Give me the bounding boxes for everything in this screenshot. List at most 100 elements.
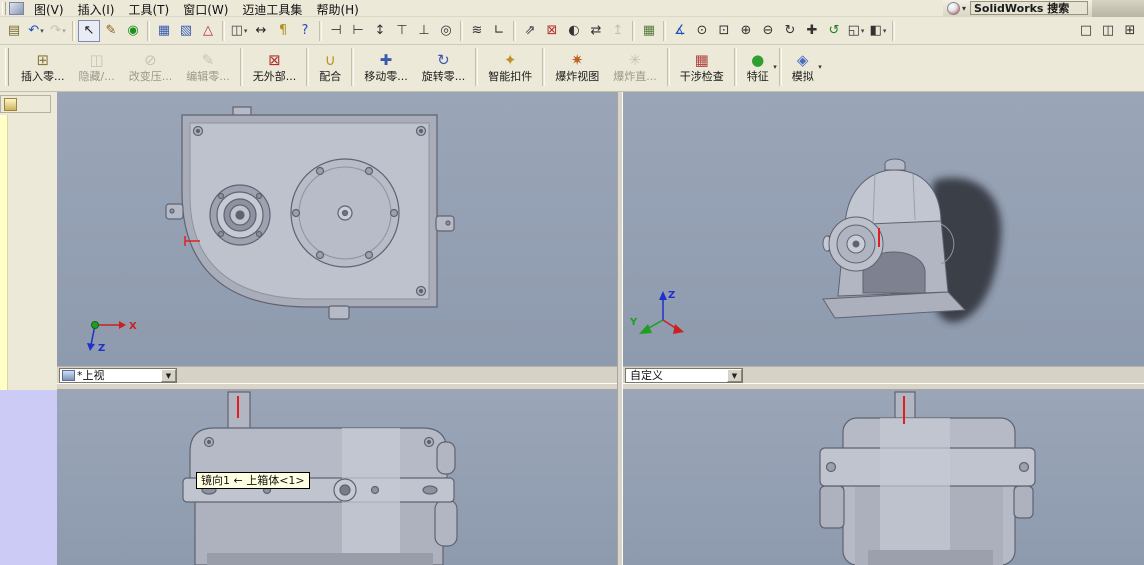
tb-swap-arrows[interactable]: ⇄ <box>585 20 607 42</box>
menu-window[interactable]: 窗口(W) <box>176 0 235 17</box>
combo-dropdown-button[interactable]: ▼ <box>727 369 742 382</box>
menu-insert[interactable]: 插入(I) <box>71 0 122 17</box>
side-view-canvas[interactable] <box>623 390 1144 565</box>
solidworks-search[interactable]: ▾ SolidWorks 搜索 <box>942 0 1092 17</box>
side-view-model[interactable] <box>819 391 1036 565</box>
atb-edit-component[interactable]: ✎ 编辑零... <box>179 46 237 88</box>
left-panel <box>0 92 57 565</box>
tb-undo[interactable]: ↶ ▾ <box>25 20 47 42</box>
isometric-canvas[interactable]: Z Y <box>623 92 1144 366</box>
tb-surface-finish[interactable]: ≋ <box>466 20 488 42</box>
combo-dropdown-button[interactable]: ▼ <box>161 369 176 382</box>
atb-explode-line-sketch[interactable]: ✳ 爆炸直... <box>606 46 664 88</box>
tb-flip-direction[interactable]: ⇗ <box>519 20 541 42</box>
tb-note[interactable]: ¶ <box>272 20 294 42</box>
dropdown-arrow-icon[interactable]: ▾ <box>40 27 44 35</box>
atb-hide-show-component[interactable]: ◫ 隐藏/... <box>72 46 122 88</box>
tb-caliper-inside[interactable]: ⊢ <box>347 20 369 42</box>
svg-text:X: X <box>129 321 137 332</box>
atb-rotate-component[interactable]: ↻ 旋转零... <box>415 46 473 88</box>
toolbar-icon: ↺ <box>828 23 840 38</box>
feature-manager-tab[interactable] <box>0 95 51 113</box>
toolbar-label: 无外部... <box>252 69 297 83</box>
tb-zoom-area[interactable]: ⊡ <box>713 20 735 42</box>
menu-tools[interactable]: 工具(T) <box>121 0 176 17</box>
toolbar-label: 编辑零... <box>186 69 230 83</box>
tb-viewport-two[interactable]: ◫ <box>1097 20 1119 42</box>
atb-change-suppression[interactable]: ⊘ 改变压... <box>122 46 180 88</box>
tb-zoom-fit[interactable]: ⊙ <box>691 20 713 42</box>
tb-caliper-vertical[interactable]: ↕ <box>369 20 391 42</box>
tb-redo[interactable]: ↷ ▾ <box>47 20 69 42</box>
tb-3d-sketch[interactable]: △ <box>197 20 219 42</box>
atb-move-component[interactable]: ✚ 移动零... <box>357 46 415 88</box>
search-input[interactable]: SolidWorks 搜索 <box>970 1 1088 15</box>
menu-view[interactable]: 图(V) <box>27 0 71 17</box>
tb-datum-corner[interactable]: ∟ <box>488 20 510 42</box>
tb-refresh-view[interactable]: ↺ <box>823 20 845 42</box>
search-dropdown-arrow-icon[interactable]: ▾ <box>962 4 966 13</box>
toolbar-icon: ✦ <box>503 50 517 69</box>
dropdown-arrow-icon[interactable]: ▾ <box>62 27 66 35</box>
tb-pan[interactable]: ✚ <box>801 20 823 42</box>
tb-viewport-pane[interactable]: ◫ ▾ <box>228 20 250 42</box>
tb-design-table[interactable]: ▦ <box>638 20 660 42</box>
dropdown-arrow-icon[interactable]: ▾ <box>773 63 777 71</box>
horizontal-splitter[interactable] <box>57 383 1144 390</box>
vertical-splitter[interactable] <box>617 92 623 565</box>
tb-zoom-in[interactable]: ⊕ <box>735 20 757 42</box>
tb-move-up[interactable]: ↥ <box>607 20 629 42</box>
tb-curvature[interactable]: ◐ <box>563 20 585 42</box>
tb-thread-callout[interactable]: ⊥ <box>413 20 435 42</box>
tb-standard-views[interactable]: ◱ ▾ <box>845 20 867 42</box>
dropdown-arrow-icon[interactable]: ▾ <box>244 27 248 35</box>
top-view-model[interactable] <box>165 106 455 320</box>
toolbar-separator <box>542 48 546 86</box>
toolbar-separator <box>513 20 516 41</box>
menu-maidi-toolkit[interactable]: 迈迪工具集 <box>235 0 309 17</box>
viewport-bottom-left[interactable]: 镜向1 ← 上箱体<1> <box>57 390 617 565</box>
tb-hole-callout[interactable]: ◎ <box>435 20 457 42</box>
menu-grip[interactable] <box>2 1 6 15</box>
toolbar-separator <box>460 20 463 41</box>
menu-help[interactable]: 帮助(H) <box>309 0 365 17</box>
tb-select[interactable]: ↖ <box>78 19 100 42</box>
tb-dimension[interactable]: ↔ <box>250 20 272 42</box>
tb-caliper-depth[interactable]: ⊤ <box>391 20 413 42</box>
atb-features[interactable]: ● 特征 ▾ <box>740 46 777 88</box>
toolbar-icon: ✷ <box>570 50 584 69</box>
viewport-bottom-right[interactable] <box>623 390 1144 565</box>
tb-zoom-out[interactable]: ⊖ <box>757 20 779 42</box>
tb-viewport-single[interactable]: □ <box>1075 20 1097 42</box>
top-view-canvas[interactable]: X Z <box>57 92 617 366</box>
atb-smart-fasteners[interactable]: ✦ 智能扣件 <box>481 46 539 88</box>
view-orientation-combo-top-right[interactable]: 自定义 ▼ <box>625 368 743 383</box>
tb-measure-caliper[interactable]: ⊣ <box>325 20 347 42</box>
atb-no-external-references[interactable]: ⊠ 无外部... <box>246 46 304 88</box>
viewport-top-right[interactable]: Z Y <box>623 92 1144 366</box>
dropdown-arrow-icon[interactable]: ▾ <box>883 27 887 35</box>
dropdown-arrow-icon[interactable]: ▾ <box>818 63 822 71</box>
view-orientation-combo-top-left[interactable]: *上视 ▼ <box>59 368 177 383</box>
atb-interference-detection[interactable]: ▦ 干涉检查 <box>673 46 731 88</box>
tb-help[interactable]: ? <box>294 20 316 42</box>
toolbar-grip[interactable] <box>5 48 9 86</box>
atb-exploded-view[interactable]: ✷ 爆炸视图 <box>548 46 606 88</box>
front-view-canvas[interactable] <box>57 390 617 565</box>
viewport-top-left[interactable]: X Z <box>57 92 617 366</box>
collapsed-panel-strip[interactable] <box>0 115 8 390</box>
atb-mate[interactable]: ∪ 配合 <box>312 46 348 88</box>
tb-measure[interactable]: ∡ <box>669 20 691 42</box>
tb-sketch[interactable]: ▧ <box>175 20 197 42</box>
atb-insert-component[interactable]: ⊞ 插入零... <box>14 46 72 88</box>
tb-sketch-pencil[interactable]: ✎ <box>100 20 122 42</box>
tb-new-document[interactable]: ▤ <box>3 20 25 42</box>
tb-viewport-four[interactable]: ⊞ <box>1119 20 1141 42</box>
tb-grid[interactable]: ▦ <box>153 20 175 42</box>
tb-delete-face[interactable]: ⊠ <box>541 20 563 42</box>
tb-rebuild-traffic-light[interactable]: ◉ <box>122 20 144 42</box>
atb-simulate[interactable]: ◈ 模拟 ▾ <box>785 46 822 88</box>
tb-section-view[interactable]: ◧ ▾ <box>867 20 889 42</box>
tb-rotate-view[interactable]: ↻ <box>779 20 801 42</box>
dropdown-arrow-icon[interactable]: ▾ <box>861 27 865 35</box>
